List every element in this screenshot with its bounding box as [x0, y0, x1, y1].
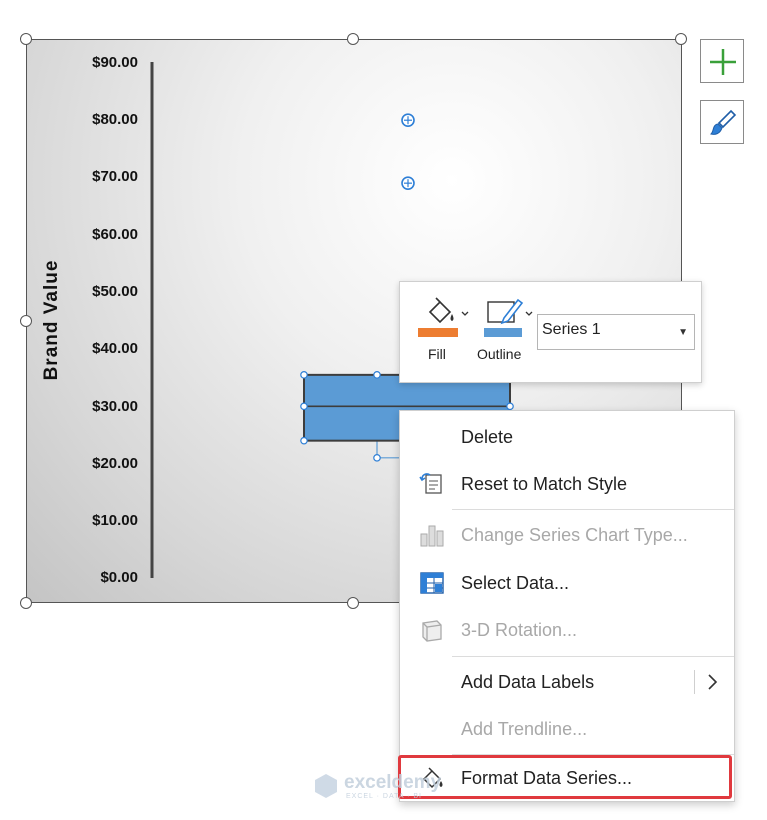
chart-styles-button[interactable] — [700, 100, 744, 144]
outline-label: Outline — [477, 346, 522, 362]
watermark-brand: exceldemy — [344, 772, 442, 793]
select-data-icon — [420, 572, 444, 594]
resize-handle-bottom[interactable] — [347, 597, 359, 609]
y-tick-label: $40.00 — [92, 340, 138, 357]
chevron-down-icon: ▼ — [678, 327, 688, 338]
y-tick-label: $10.00 — [92, 512, 138, 529]
context-menu: Delete Reset to Match Style Change Serie… — [399, 410, 735, 802]
y-tick-label: $70.00 — [92, 168, 138, 185]
menu-item-label: Reset to Match Style — [461, 474, 628, 494]
reset-style-icon — [419, 473, 442, 494]
menu-item-label: Add Trendline... — [461, 719, 588, 739]
menu-item-3d-rotation: 3-D Rotation... — [400, 608, 734, 652]
resize-handle-top[interactable] — [347, 33, 359, 45]
y-tick-label: $90.00 — [92, 54, 138, 71]
y-tick-label: $20.00 — [92, 455, 138, 472]
plus-icon — [710, 49, 736, 75]
menu-item-change-series-chart-type: Change Series Chart Type... — [400, 513, 734, 557]
chart-elements-button[interactable] — [700, 39, 744, 83]
y-tick-label: $0.00 — [100, 569, 138, 586]
menu-item-label: Delete — [461, 427, 514, 447]
highlight-box — [398, 755, 732, 799]
menu-item-label: Change Series Chart Type... — [461, 525, 688, 545]
submenu-divider — [694, 670, 695, 694]
resize-handle-top-left[interactable] — [20, 33, 32, 45]
menu-separator — [452, 656, 734, 657]
menu-item-select-data[interactable]: Select Data... — [400, 561, 734, 605]
y-tick-label: $60.00 — [92, 226, 138, 243]
menu-item-label: Add Data Labels — [461, 672, 595, 692]
menu-item-reset-to-match-style[interactable]: Reset to Match Style — [400, 462, 734, 506]
y-axis-title[interactable]: Brand Value — [41, 260, 63, 381]
resize-handle-top-right[interactable] — [675, 33, 687, 45]
menu-item-delete[interactable]: Delete — [400, 415, 734, 459]
menu-item-label: Select Data... — [461, 573, 570, 593]
y-tick-label: $50.00 — [92, 283, 138, 300]
watermark-tagline: EXCEL · DATA · BI — [346, 793, 422, 800]
series-select[interactable]: Series 1 ▼ — [537, 314, 695, 350]
pen-outline-icon — [484, 298, 533, 337]
menu-separator — [452, 509, 734, 510]
fill-label: Fill — [428, 346, 446, 362]
watermark-logo-icon — [315, 774, 337, 798]
series-select-value: Series 1 — [542, 321, 601, 338]
menu-item-label: 3-D Rotation... — [461, 620, 578, 640]
chevron-right-icon — [708, 674, 718, 690]
brush-icon — [710, 109, 737, 135]
outline-button[interactable]: Outline — [476, 290, 538, 378]
cube-icon — [422, 620, 442, 642]
menu-item-add-trendline: Add Trendline... — [400, 707, 734, 751]
menu-item-add-data-labels[interactable]: Add Data Labels — [400, 660, 734, 704]
paint-bucket-icon — [418, 297, 469, 337]
bar-chart-icon — [420, 525, 444, 547]
y-tick-label: $30.00 — [92, 398, 138, 415]
y-tick-label: $80.00 — [92, 111, 138, 128]
resize-handle-left[interactable] — [20, 315, 32, 327]
fill-button[interactable]: Fill — [414, 290, 474, 378]
mini-toolbar: Fill Outline Series 1 ▼ — [399, 281, 702, 383]
resize-handle-bottom-left[interactable] — [20, 597, 32, 609]
